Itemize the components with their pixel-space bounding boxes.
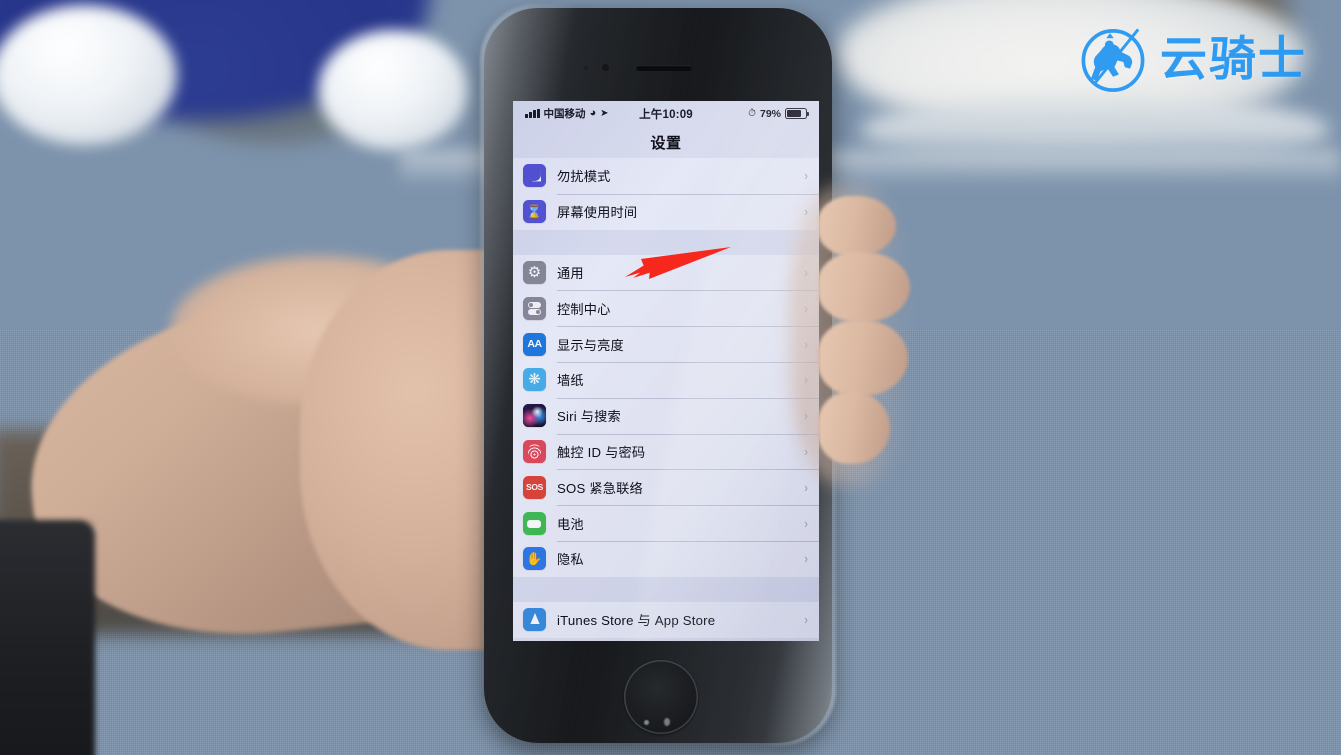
- battery-percent-label: 79%: [759, 107, 781, 120]
- settings-section-3: iTunes Store 与 App Store ›: [513, 601, 819, 638]
- proximity-sensor-icon: [584, 66, 588, 70]
- battery-icon: [785, 108, 810, 119]
- settings-section-1: 勿扰模式 › ⌛ 屏幕使用时间 ›: [513, 158, 819, 230]
- home-button-highlight: [644, 720, 649, 725]
- app-store-icon: [523, 608, 546, 632]
- settings-row-label: 勿扰模式: [557, 169, 611, 185]
- row-divider: [557, 361, 819, 363]
- settings-row-siri-search[interactable]: Siri 与搜索 ›: [513, 397, 819, 434]
- sleeve: [0, 520, 95, 755]
- iphone-device: 中国移动 ◕ ➤ 上午10:09 ⏱ 79% 设置 勿扰模式 › ⌛ 屏幕使用时…: [478, 4, 840, 748]
- settings-row-label: 墙纸: [557, 373, 584, 389]
- settings-row-control-center[interactable]: 控制中心 ›: [513, 290, 819, 327]
- settings-row-label: SOS 紧急联络: [557, 480, 643, 496]
- section-gap: [513, 229, 819, 255]
- watermark: 云骑士: [1076, 18, 1326, 100]
- finger-middle: [818, 252, 910, 322]
- alarm-clock-icon: ⏱: [748, 108, 756, 119]
- settings-row-label: 屏幕使用时间: [557, 205, 638, 221]
- settings-row-sos[interactable]: SOS SOS 紧急联络 ›: [513, 469, 819, 506]
- moon-icon: [523, 164, 546, 188]
- earpiece-speaker-icon: [636, 65, 692, 71]
- home-button[interactable]: [624, 660, 698, 734]
- settings-row-do-not-disturb[interactable]: 勿扰模式 ›: [513, 158, 819, 194]
- settings-row-display-brightness[interactable]: AA 显示与亮度 ›: [513, 326, 819, 362]
- finger-ring: [818, 320, 908, 396]
- doll-foot-left: [0, 5, 177, 145]
- doll-foot-right: [318, 30, 468, 150]
- settings-row-label: 触控 ID 与密码: [557, 444, 646, 460]
- display-brightness-icon: AA: [523, 332, 546, 356]
- settings-section-2: ⚙ 通用 › 控制中心 › AA 显示与亮度 ›: [513, 254, 819, 577]
- chevron-right-icon: ›: [804, 168, 808, 184]
- settings-row-label: 通用: [557, 265, 584, 281]
- chevron-right-icon: ›: [804, 612, 808, 628]
- settings-row-general[interactable]: ⚙ 通用 ›: [513, 254, 819, 291]
- row-divider: [557, 505, 819, 507]
- settings-row-label: 显示与亮度: [557, 337, 624, 353]
- section-gap: [513, 576, 819, 602]
- wallpaper-icon: [523, 368, 546, 392]
- settings-row-itunes-app-store[interactable]: iTunes Store 与 App Store ›: [513, 601, 819, 638]
- chevron-right-icon: ›: [804, 551, 808, 567]
- siri-icon: [523, 404, 546, 428]
- settings-list: 勿扰模式 › ⌛ 屏幕使用时间 › ⚙ 通用 ›: [513, 158, 819, 641]
- battery-settings-icon: [523, 511, 546, 535]
- front-camera-icon: [602, 64, 609, 71]
- gear-icon: ⚙: [523, 260, 546, 284]
- settings-row-label: 控制中心: [557, 301, 611, 317]
- watermark-text: 云骑士: [1160, 31, 1307, 87]
- control-center-icon: [523, 296, 546, 320]
- finger-index: [818, 196, 896, 256]
- touch-id-icon: [523, 439, 546, 463]
- settings-row-touch-id-passcode[interactable]: 触控 ID 与密码 ›: [513, 433, 819, 470]
- privacy-hand-icon: ✋: [523, 547, 546, 571]
- row-divider: [557, 540, 819, 542]
- chevron-right-icon: ›: [804, 479, 808, 495]
- settings-row-label: 隐私: [557, 552, 584, 568]
- status-bar: 中国移动 ◕ ➤ 上午10:09 ⏱ 79%: [513, 101, 819, 126]
- finger-pinky: [818, 392, 890, 464]
- settings-row-label: iTunes Store 与 App Store: [557, 613, 716, 629]
- sos-icon: SOS: [523, 475, 546, 499]
- hourglass-icon: ⌛: [523, 200, 546, 224]
- settings-row-label: 电池: [557, 516, 584, 532]
- page-title: 设置: [513, 126, 819, 158]
- status-bar-right: ⏱ 79%: [748, 107, 810, 120]
- row-divider: [557, 469, 819, 471]
- settings-row-wallpaper[interactable]: 墙纸 ›: [513, 361, 819, 398]
- settings-row-label: Siri 与搜索: [557, 409, 621, 425]
- row-divider: [557, 433, 819, 435]
- phone-screen: 中国移动 ◕ ➤ 上午10:09 ⏱ 79% 设置 勿扰模式 › ⌛ 屏幕使用时…: [513, 101, 819, 641]
- row-divider: [557, 290, 819, 292]
- home-button-highlight-2: [664, 718, 670, 726]
- row-divider: [557, 326, 819, 328]
- row-divider: [557, 193, 819, 195]
- settings-row-screen-time[interactable]: ⌛ 屏幕使用时间 ›: [513, 193, 819, 230]
- row-divider: [557, 397, 819, 399]
- settings-row-battery[interactable]: 电池 ›: [513, 505, 819, 541]
- knight-horse-circle-logo-icon: [1076, 22, 1150, 96]
- settings-row-privacy[interactable]: ✋ 隐私 ›: [513, 540, 819, 577]
- chevron-right-icon: ›: [804, 515, 808, 531]
